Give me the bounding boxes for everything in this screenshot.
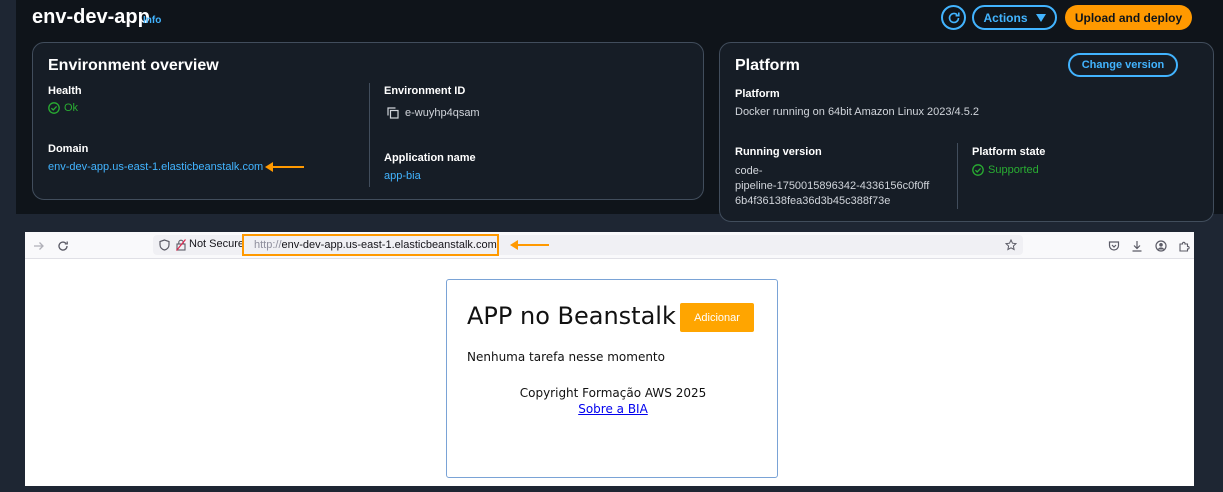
platform-state-label: Platform state [972, 146, 1046, 158]
divider [957, 143, 958, 209]
browser-toolbar: Not Secure http://env-dev-app.us-east-1.… [25, 232, 1194, 259]
copyright-text: Copyright Formação AWS 2025 [519, 386, 707, 400]
url-host: env-dev-app.us-east-1.elasticbeanstalk.c… [281, 239, 497, 251]
reload-icon [58, 241, 68, 251]
copy-icon[interactable] [387, 107, 399, 119]
platform-label: Platform [735, 88, 780, 100]
forward-button[interactable] [31, 238, 47, 254]
add-button[interactable]: Adicionar [680, 303, 754, 332]
check-circle-icon [972, 164, 984, 176]
arrow-left-icon [265, 162, 304, 172]
running-version-value: code- pipeline-1750015896342-4336156c0f0… [735, 164, 929, 209]
health-label: Health [48, 85, 82, 97]
not-secure-label: Not Secure [189, 238, 245, 250]
url-highlight-box: http://env-dev-app.us-east-1.elasticbean… [242, 234, 499, 256]
environment-id-value: e-wuyhp4qsam [405, 107, 480, 119]
caret-down-icon [1035, 13, 1046, 22]
actions-button[interactable]: Actions [972, 5, 1057, 30]
running-version-line: 6b4f36138fea36d3b45c388f73e [735, 195, 891, 207]
change-version-button[interactable]: Change version [1068, 53, 1178, 77]
app-card: APP no Beanstalk Adicionar Nenhuma taref… [446, 279, 778, 478]
forward-icon [34, 242, 44, 250]
about-link-wrapper: Sobre a BIA [447, 402, 779, 416]
bookmark-button[interactable] [1004, 238, 1018, 252]
account-button[interactable] [1153, 238, 1169, 254]
environment-overview-card: Environment overview Health Ok Domain en… [32, 42, 704, 200]
extensions-button[interactable] [1176, 238, 1192, 254]
url-scheme: http:// [254, 239, 282, 251]
platform-state: Supported [972, 164, 1039, 176]
domain-link[interactable]: env-dev-app.us-east-1.elasticbeanstalk.c… [48, 161, 263, 173]
arrow-left-icon [510, 240, 549, 250]
pocket-icon [1108, 241, 1120, 251]
tracking-protection-button[interactable] [157, 238, 171, 252]
shield-icon [158, 239, 170, 251]
platform-value: Docker running on 64bit Amazon Linux 202… [735, 106, 979, 118]
extensions-icon [1179, 241, 1190, 252]
health-status: Ok [48, 102, 78, 114]
lock-warning-icon [176, 239, 186, 251]
account-icon [1155, 240, 1167, 252]
actions-label: Actions [983, 10, 1028, 25]
aws-console-panel: env-dev-app Info Actions Upload and depl… [16, 0, 1223, 222]
info-link[interactable]: Info [143, 15, 161, 26]
upload-and-deploy-button[interactable]: Upload and deploy [1065, 5, 1192, 30]
site-info-button[interactable] [175, 238, 187, 252]
pocket-button[interactable] [1106, 238, 1122, 254]
refresh-icon [948, 12, 960, 23]
platform-state-value: Supported [988, 164, 1039, 176]
platform-card: Platform Change version Platform Docker … [719, 42, 1214, 222]
url-text[interactable]: http://env-dev-app.us-east-1.elasticbean… [254, 239, 497, 251]
check-circle-icon [48, 102, 60, 114]
page-title: env-dev-app [32, 6, 150, 28]
browser-window: Not Secure http://env-dev-app.us-east-1.… [25, 232, 1194, 486]
running-version-line: code- [735, 165, 763, 177]
empty-tasks-message: Nenhuma tarefa nesse momento [467, 350, 665, 364]
url-bar[interactable]: Not Secure http://env-dev-app.us-east-1.… [153, 234, 1023, 256]
refresh-button[interactable] [941, 5, 966, 30]
domain-label: Domain [48, 143, 89, 155]
overview-heading: Environment overview [48, 57, 219, 74]
downloads-button[interactable] [1129, 238, 1145, 254]
divider [369, 83, 370, 187]
environment-id-label: Environment ID [384, 85, 466, 97]
environment-id: e-wuyhp4qsam [387, 107, 480, 119]
application-name-label: Application name [384, 152, 476, 164]
download-icon [1132, 241, 1142, 252]
application-name-link[interactable]: app-bia [384, 170, 421, 182]
running-version-line: pipeline-1750015896342-4336156c0f0ff [735, 180, 930, 192]
about-link[interactable]: Sobre a BIA [578, 402, 648, 416]
reload-button[interactable] [55, 238, 71, 254]
health-value: Ok [64, 102, 79, 114]
platform-heading: Platform [735, 57, 800, 74]
app-title: APP no Beanstalk [467, 302, 676, 330]
star-icon [1005, 239, 1017, 251]
running-version-label: Running version [735, 146, 822, 158]
